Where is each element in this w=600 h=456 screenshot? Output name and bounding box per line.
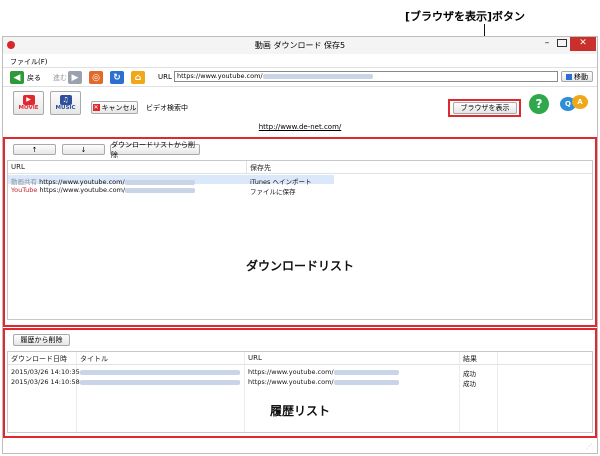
history-date: 2015/03/26 14:10:58 bbox=[11, 378, 80, 386]
callout-label: [ブラウザを表示]ボタン bbox=[405, 10, 526, 23]
row-dest: iTunes へインポート bbox=[250, 178, 312, 186]
menu-file[interactable]: ファイル(F) bbox=[10, 57, 48, 67]
cancel-icon: ✕ bbox=[92, 104, 100, 111]
history-title bbox=[80, 368, 240, 376]
cancel-button[interactable]: ✕ キャンセル bbox=[91, 101, 138, 114]
history-result: 成功 bbox=[463, 370, 476, 378]
qa-icon[interactable]: Q A bbox=[560, 95, 590, 113]
history-list-label: 履歴リスト bbox=[269, 404, 330, 418]
col-sep bbox=[244, 352, 245, 432]
history-url: https://www.youtube.com/ bbox=[248, 368, 399, 376]
row-url: https://www.youtube.com/ bbox=[39, 186, 126, 194]
history-date: 2015/03/26 14:10:35 bbox=[11, 368, 80, 376]
minimize-button[interactable]: – bbox=[540, 38, 554, 48]
col-result-header[interactable]: 結果 bbox=[463, 354, 477, 364]
forward-icon[interactable]: ▶ bbox=[68, 71, 82, 84]
url-label: URL bbox=[158, 73, 172, 81]
table-row[interactable]: YouTube https://www.youtube.com/ bbox=[11, 186, 196, 194]
col-dest-header[interactable]: 保存先 bbox=[250, 163, 271, 173]
go-icon bbox=[566, 73, 572, 80]
col-date-header[interactable]: ダウンロード日時 bbox=[11, 354, 67, 364]
stop-icon[interactable]: ◎ bbox=[89, 71, 103, 84]
help-icon[interactable]: ? bbox=[529, 94, 549, 114]
cancel-label: キャンセル bbox=[101, 103, 137, 112]
movie-button[interactable]: ▶ MOVIE bbox=[13, 91, 44, 115]
col-sep bbox=[76, 352, 77, 432]
history-title bbox=[80, 378, 240, 386]
move-up-button[interactable]: ↑ bbox=[13, 144, 56, 155]
header-rule bbox=[8, 173, 592, 174]
history-result: 成功 bbox=[463, 380, 476, 388]
site-link[interactable]: http://www.de-net.com/ bbox=[0, 123, 600, 131]
resize-grip[interactable]: ⋰ bbox=[586, 443, 594, 451]
go-button[interactable]: 移動 bbox=[561, 71, 593, 82]
table-row[interactable]: 動画共有 https://www.youtube.com/ bbox=[11, 176, 195, 186]
url-input[interactable]: https://www.youtube.com/ bbox=[174, 71, 558, 82]
movie-label: MOVIE bbox=[18, 105, 39, 111]
home-icon[interactable]: ⌂ bbox=[131, 71, 145, 84]
remove-download-button[interactable]: ダウンロードリストから削除 bbox=[110, 141, 200, 159]
close-button[interactable]: ✕ bbox=[570, 37, 596, 51]
row-url: https://www.youtube.com/ bbox=[39, 178, 125, 186]
col-sep bbox=[497, 352, 498, 432]
url-value: https://www.youtube.com/ bbox=[177, 72, 263, 80]
row-divider bbox=[3, 86, 597, 87]
back-icon[interactable]: ◀ bbox=[10, 71, 24, 84]
music-label: MUSIC bbox=[55, 105, 76, 111]
window-title: 動画 ダウンロード 保存5 bbox=[254, 41, 346, 50]
go-label: 移動 bbox=[574, 72, 588, 81]
forward-label[interactable]: 進む bbox=[53, 73, 67, 83]
download-list-label: ダウンロードリスト bbox=[245, 259, 354, 273]
row-source: YouTube bbox=[11, 186, 38, 194]
move-down-button[interactable]: ↓ bbox=[62, 144, 105, 155]
row-source: 動画共有 bbox=[11, 178, 37, 186]
music-button[interactable]: ♫ MUSIC bbox=[50, 91, 81, 115]
row-dest: ファイルに保存 bbox=[250, 188, 296, 196]
col-url-header[interactable]: URL bbox=[11, 163, 25, 171]
movie-icon: ▶ bbox=[22, 95, 35, 105]
remove-history-button[interactable]: 履歴から削除 bbox=[13, 334, 70, 346]
header-rule bbox=[8, 364, 592, 365]
col-sep bbox=[459, 352, 460, 432]
col-url-header[interactable]: URL bbox=[248, 354, 262, 362]
status-text: ビデオ検索中 bbox=[146, 104, 188, 112]
history-url: https://www.youtube.com/ bbox=[248, 378, 399, 386]
music-icon: ♫ bbox=[59, 95, 72, 105]
menu-divider bbox=[3, 67, 597, 68]
col-title-header[interactable]: タイトル bbox=[80, 354, 108, 364]
back-label[interactable]: 戻る bbox=[27, 73, 41, 83]
header-sep bbox=[246, 161, 247, 173]
refresh-icon[interactable]: ↻ bbox=[110, 71, 124, 84]
maximize-button[interactable] bbox=[557, 39, 567, 47]
show-browser-highlight bbox=[448, 99, 521, 117]
